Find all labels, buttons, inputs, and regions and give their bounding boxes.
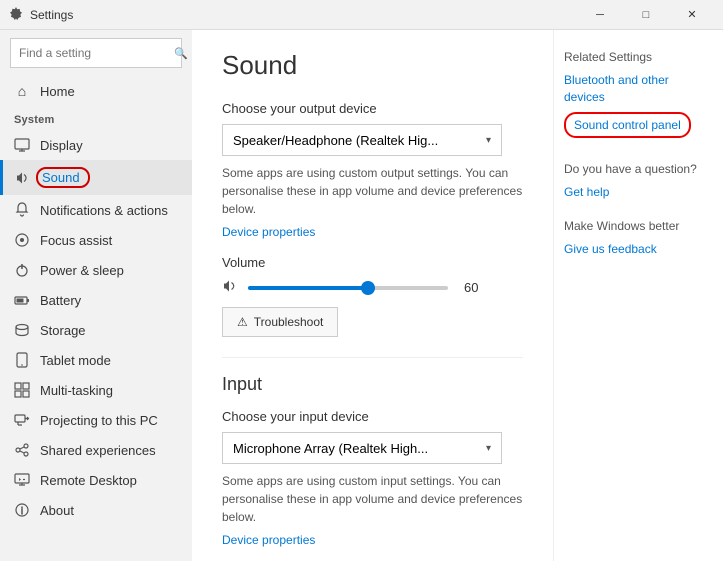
sidebar-item-label: Tablet mode [40,353,111,368]
output-troubleshoot-button[interactable]: ⚠ Troubleshoot [222,307,338,337]
volume-section: Volume 60 [222,255,523,297]
projecting-icon [14,412,30,428]
sidebar-item-power[interactable]: Power & sleep [0,255,192,285]
sidebar-item-label: Storage [40,323,86,338]
sidebar-item-tablet[interactable]: Tablet mode [0,345,192,375]
sidebar-item-label: Home [40,84,75,99]
input-device-value: Microphone Array (Realtek High... [233,441,428,456]
main-content: Sound Choose your output device Speaker/… [192,30,553,561]
multitasking-icon [14,382,30,398]
search-input[interactable] [19,46,174,60]
warning-icon: ⚠ [237,315,248,329]
sidebar-item-label: Focus assist [40,233,112,248]
remote-icon [14,472,30,488]
output-dropdown-arrow: ▾ [486,135,491,146]
volume-icon [222,278,238,297]
display-icon [14,137,30,153]
sidebar-item-label: Display [40,138,83,153]
sidebar-item-home[interactable]: ⌂ Home [0,76,192,106]
sidebar-item-notifications[interactable]: Notifications & actions [0,195,192,225]
search-icon: 🔍 [174,47,188,60]
sidebar-item-label: Power & sleep [40,263,124,278]
power-icon [14,262,30,278]
sidebar-item-label: About [40,503,74,518]
sidebar-item-label: Notifications & actions [40,203,168,218]
feedback-link[interactable]: Give us feedback [564,241,709,258]
output-device-dropdown[interactable]: Speaker/Headphone (Realtek Hig... ▾ [222,124,502,156]
focus-icon [14,232,30,248]
maximize-button[interactable]: □ [623,0,669,30]
sidebar-item-label: Remote Desktop [40,473,137,488]
notifications-icon [14,202,30,218]
input-section: Input Choose your input device Microphon… [222,374,523,561]
right-panel: Related Settings Bluetooth and other dev… [553,30,723,561]
sidebar-item-multitasking[interactable]: Multi-tasking [0,375,192,405]
storage-icon [14,322,30,338]
sidebar-item-display[interactable]: Display [0,130,192,160]
input-description: Some apps are using custom input setting… [222,472,523,526]
windows-better-title: Make Windows better [564,219,709,233]
volume-fill [248,286,368,290]
output-device-value: Speaker/Headphone (Realtek Hig... [233,133,438,148]
sidebar-item-focus[interactable]: Focus assist [0,225,192,255]
sidebar-item-remote[interactable]: Remote Desktop [0,465,192,495]
titlebar: Settings ─ □ ✕ [0,0,723,30]
get-help-link[interactable]: Get help [564,184,709,201]
tablet-icon [14,352,30,368]
settings-app-icon [8,7,24,23]
sidebar: 🔍 ⌂ Home System Display Sound N [0,30,192,561]
shared-icon [14,442,30,458]
sidebar-item-about[interactable]: About [0,495,192,525]
sidebar-item-label: Projecting to this PC [40,413,158,428]
sidebar-item-sound[interactable]: Sound [0,160,192,195]
sidebar-item-storage[interactable]: Storage [0,315,192,345]
sidebar-item-projecting[interactable]: Projecting to this PC [0,405,192,435]
output-device-properties-link[interactable]: Device properties [222,225,315,239]
sidebar-item-label: Shared experiences [40,443,156,458]
titlebar-title: Settings [30,8,577,22]
close-button[interactable]: ✕ [669,0,715,30]
about-icon [14,502,30,518]
sidebar-item-battery[interactable]: Battery [0,285,192,315]
feedback-section: Make Windows better Give us feedback [564,219,709,258]
bluetooth-link[interactable]: Bluetooth and other devices [564,72,709,106]
output-label: Choose your output device [222,101,523,116]
sidebar-item-label: Multi-tasking [40,383,113,398]
section-divider [222,357,523,358]
input-device-dropdown[interactable]: Microphone Array (Realtek High... ▾ [222,432,502,464]
output-description: Some apps are using custom output settin… [222,164,523,218]
related-settings-title: Related Settings [564,50,709,64]
input-title: Input [222,374,523,395]
sound-icon [14,170,30,186]
sidebar-item-shared[interactable]: Shared experiences [0,435,192,465]
window-controls: ─ □ ✕ [577,0,715,30]
home-icon: ⌂ [14,83,30,99]
page-title: Sound [222,50,523,81]
question-section: Do you have a question? Get help [564,162,709,201]
sound-control-panel-link[interactable]: Sound control panel [564,112,691,139]
minimize-button[interactable]: ─ [577,0,623,30]
volume-thumb[interactable] [361,281,375,295]
volume-label: Volume [222,255,523,270]
question-title: Do you have a question? [564,162,709,176]
sidebar-item-label: Battery [40,293,81,308]
volume-slider[interactable] [248,286,448,290]
volume-value: 60 [464,280,478,295]
input-label: Choose your input device [222,409,523,424]
sidebar-section-system: System [0,106,192,130]
input-device-properties-link[interactable]: Device properties [222,533,315,547]
volume-row: 60 [222,278,523,297]
sidebar-item-label: Sound [36,167,90,188]
battery-icon [14,292,30,308]
app-body: 🔍 ⌂ Home System Display Sound N [0,30,723,561]
input-dropdown-arrow: ▾ [486,443,491,454]
search-box[interactable]: 🔍 [10,38,182,68]
